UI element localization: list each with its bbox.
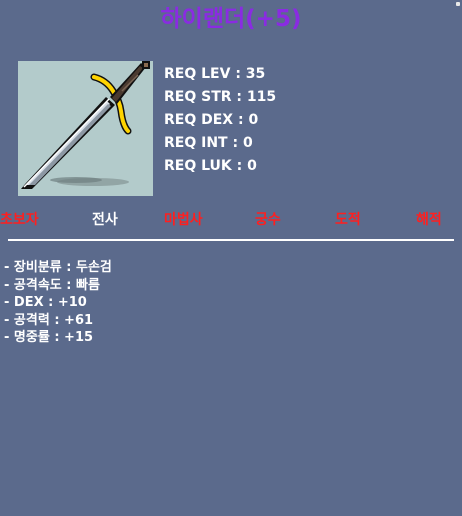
stat-attack-speed: - 공격속도 : 빠름 [4, 277, 100, 293]
stat-attack: - 공격력 : +61 [4, 312, 94, 328]
item-name: 하이랜더(+5) [160, 6, 302, 32]
req-dex: REQ DEX : 0 [164, 112, 259, 128]
req-level: REQ LEV : 35 [164, 66, 266, 82]
stat-dex: - DEX : +10 [4, 295, 87, 310]
req-int: REQ INT : 0 [164, 135, 253, 151]
job-pirate: 해적 [416, 212, 442, 228]
job-warrior: 전사 [92, 212, 118, 228]
divider [8, 239, 454, 241]
job-list: 초보자 전사 마법사 궁수 도적 해적 [0, 209, 462, 233]
req-luk: REQ LUK : 0 [164, 158, 257, 174]
req-str: REQ STR : 115 [164, 89, 277, 105]
requirements-list: REQ LEV : 35 REQ STR : 115 REQ DEX : 0 R… [164, 64, 276, 179]
job-beginner: 초보자 [0, 212, 39, 228]
two-handed-sword-icon [21, 61, 150, 189]
stat-category: - 장비분류 : 두손검 [4, 260, 112, 275]
stats-list: - 장비분류 : 두손검 - 공격속도 : 빠름 - DEX : +10 - 공… [4, 259, 112, 347]
job-magician: 마법사 [164, 212, 203, 228]
job-thief: 도적 [335, 212, 361, 228]
job-bowman: 궁수 [255, 212, 281, 228]
item-image [18, 61, 153, 196]
stat-accuracy: - 명중률 : +15 [4, 330, 94, 345]
